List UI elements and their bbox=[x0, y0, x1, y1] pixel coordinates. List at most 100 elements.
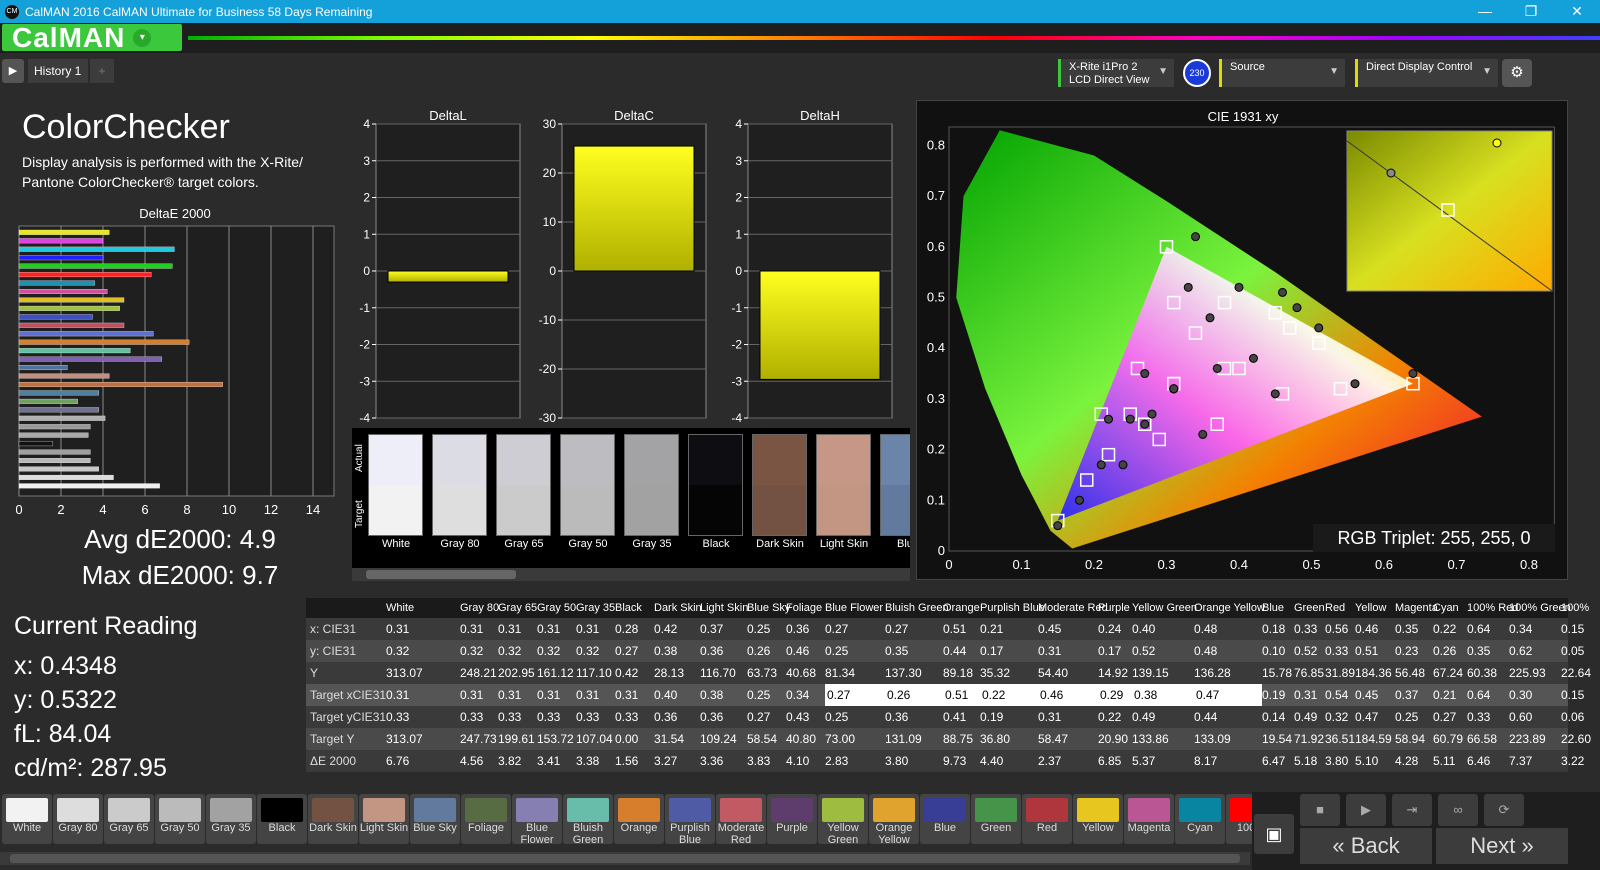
scroll-thumb[interactable] bbox=[10, 854, 1240, 863]
table-cell: 0.32 bbox=[460, 644, 484, 658]
patch-button-gray-80[interactable]: Gray 80 bbox=[53, 794, 103, 844]
patch-label: Bluish Green bbox=[572, 822, 604, 846]
table-cell: 0.31 bbox=[1294, 688, 1318, 702]
table-cell: 0.28 bbox=[615, 622, 639, 636]
y-tick-label: 0.2 bbox=[927, 442, 945, 457]
patch-button-yellow-green[interactable]: Yellow Green bbox=[818, 794, 868, 846]
patch-color bbox=[669, 798, 711, 822]
y-tick-label: 2 bbox=[363, 191, 370, 205]
table-row: Y 313.07 248.21 202.95 161.12 117.10 0.42 28.13… bbox=[306, 662, 1591, 684]
deltae-bar bbox=[18, 390, 99, 396]
table-cell: 0.48 bbox=[1194, 622, 1218, 636]
deltae-bar bbox=[18, 246, 175, 252]
patch-button-red[interactable]: Red bbox=[1022, 794, 1072, 844]
patch-button-yellow[interactable]: Yellow bbox=[1073, 794, 1123, 844]
close-icon[interactable]: ✕ bbox=[1554, 0, 1600, 23]
patch-button-blue-sky[interactable]: Blue Sky bbox=[410, 794, 460, 844]
patch-button-orange[interactable]: Orange bbox=[614, 794, 664, 844]
measured-marker bbox=[1104, 414, 1113, 424]
back-button[interactable]: « Back bbox=[1300, 828, 1432, 864]
patch-button-gray-65[interactable]: Gray 65 bbox=[104, 794, 154, 844]
column-header: Black bbox=[615, 602, 642, 614]
table-cell: 0.35 bbox=[1395, 622, 1419, 636]
play-icon[interactable]: ▶ bbox=[2, 59, 24, 83]
patch-button-black[interactable]: Black bbox=[257, 794, 307, 844]
table-cell: 9.73 bbox=[943, 754, 967, 768]
loop-icon[interactable]: ∞ bbox=[1438, 794, 1478, 826]
maximize-icon[interactable]: ❐ bbox=[1508, 0, 1554, 23]
patch-button-purplish-blue[interactable]: Purplish Blue bbox=[665, 794, 715, 846]
patch-button-light-skin[interactable]: Light Skin bbox=[359, 794, 409, 844]
table-cell: 0.00 bbox=[615, 732, 639, 746]
table-cell: 0.38 bbox=[654, 644, 678, 658]
patch-button-gray-50[interactable]: Gray 50 bbox=[155, 794, 205, 844]
column-header: Orange Yellow bbox=[1194, 602, 1265, 614]
table-cell: 3.36 bbox=[700, 754, 724, 768]
swatch-label: Gray 35 bbox=[632, 538, 672, 550]
patch-button-purple[interactable]: Purple bbox=[767, 794, 817, 844]
table-cell: 0.46 bbox=[786, 644, 810, 658]
patch-button-cyan[interactable]: Cyan bbox=[1175, 794, 1225, 844]
table-cell: 139.15 bbox=[1132, 666, 1169, 680]
patch-button-green[interactable]: Green bbox=[971, 794, 1021, 844]
deltae-bar bbox=[18, 458, 91, 463]
next-button[interactable]: Next » bbox=[1436, 828, 1568, 864]
patch-button-gray-35[interactable]: Gray 35 bbox=[206, 794, 256, 844]
patch-button-white[interactable]: White bbox=[2, 794, 52, 844]
patch-button-moderate-red[interactable]: Moderate Red bbox=[716, 794, 766, 846]
table-cell: 0.56 bbox=[1325, 622, 1349, 636]
row-label: ΔE 2000 bbox=[310, 754, 357, 768]
table-cell: 223.89 bbox=[1509, 732, 1546, 746]
table-cell: 0.22 bbox=[1433, 622, 1457, 636]
patch-scrollbar[interactable] bbox=[0, 852, 1250, 865]
play-icon[interactable]: ▶ bbox=[1346, 794, 1386, 826]
calman-logo-button[interactable]: CalMAN ▾ bbox=[2, 22, 182, 53]
stop-icon[interactable]: ■ bbox=[1300, 794, 1340, 826]
table-cell: 313.07 bbox=[386, 732, 423, 746]
source-label: Source bbox=[1230, 61, 1265, 73]
x-tick-label: 0.4 bbox=[1230, 557, 1248, 572]
y-tick-label: -2 bbox=[731, 338, 742, 352]
tab-history-1[interactable]: History 1 bbox=[28, 59, 88, 83]
measured-marker bbox=[1408, 369, 1418, 379]
table-cell: 0.32 bbox=[1325, 710, 1349, 724]
minimize-icon[interactable]: — bbox=[1462, 0, 1508, 23]
meter-badge[interactable]: 230 bbox=[1183, 59, 1211, 87]
page-title: ColorChecker bbox=[22, 108, 230, 146]
scroll-thumb[interactable] bbox=[366, 570, 516, 579]
table-cell: 136.28 bbox=[1194, 666, 1231, 680]
table-cell: 0.31 bbox=[386, 688, 410, 702]
patch-color bbox=[108, 798, 150, 822]
table-cell: 0.33 bbox=[1467, 710, 1491, 724]
source-selector[interactable]: Source ▼ bbox=[1219, 59, 1345, 87]
table-cell: 0.48 bbox=[1194, 644, 1218, 658]
patch-label: Moderate Red bbox=[717, 822, 765, 846]
measured-marker bbox=[1314, 323, 1324, 333]
table-cell: 6.47 bbox=[1262, 754, 1286, 768]
record-icon[interactable]: ▣ bbox=[1254, 814, 1294, 854]
patch-button-dark-skin[interactable]: Dark Skin bbox=[308, 794, 358, 844]
patch-button-bluish-green[interactable]: Bluish Green bbox=[563, 794, 613, 846]
table-cell: 0.31 bbox=[1038, 710, 1062, 724]
table-cell: 161.12 bbox=[537, 666, 574, 680]
patch-button-magenta[interactable]: Magenta bbox=[1124, 794, 1174, 844]
refresh-icon[interactable]: ⟳ bbox=[1484, 794, 1524, 826]
patch-button-orange-yellow[interactable]: Orange Yellow bbox=[869, 794, 919, 846]
patch-button-foliage[interactable]: Foliage bbox=[461, 794, 511, 844]
add-tab-button[interactable]: + bbox=[90, 59, 114, 83]
table-cell: 0.26 bbox=[747, 644, 771, 658]
column-header: Red bbox=[1325, 602, 1346, 614]
swatch-scrollbar[interactable] bbox=[352, 568, 910, 581]
measured-marker bbox=[1118, 460, 1128, 470]
step-icon[interactable]: ⇥ bbox=[1392, 794, 1432, 826]
display-selector[interactable]: Direct Display Control ▼ bbox=[1355, 59, 1498, 87]
meter-selector[interactable]: X-Rite i1Pro 2 LCD Direct View ▼ bbox=[1058, 59, 1174, 87]
table-cell: 0.51 bbox=[1355, 644, 1379, 658]
patch-button-blue[interactable]: Blue bbox=[920, 794, 970, 844]
table-cell: 56.48 bbox=[1395, 666, 1426, 680]
table-cell: 5.10 bbox=[1355, 754, 1379, 768]
table-cell: 313.07 bbox=[386, 666, 423, 680]
gear-icon[interactable]: ⚙ bbox=[1502, 59, 1532, 87]
table-cell: 0.40 bbox=[654, 688, 678, 702]
patch-button-blue-flower[interactable]: Blue Flower bbox=[512, 794, 562, 846]
